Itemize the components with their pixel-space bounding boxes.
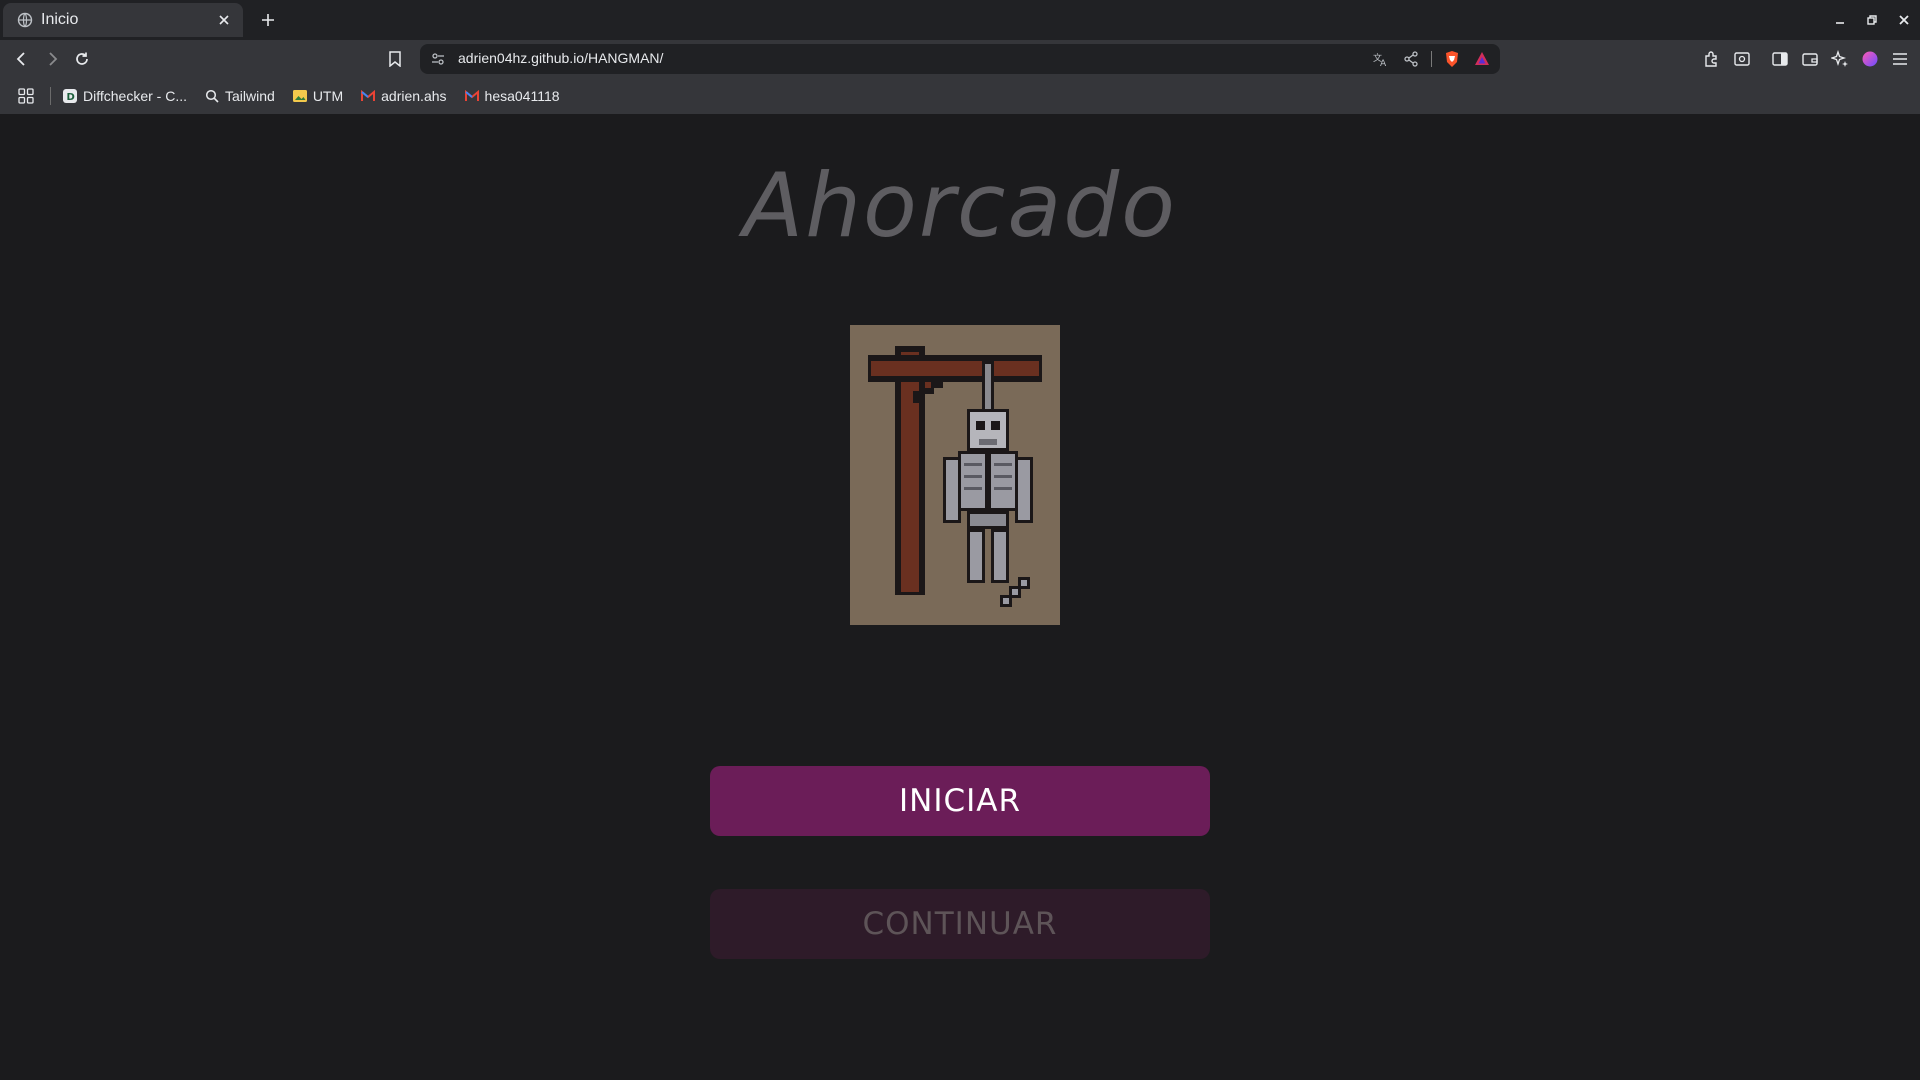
bookmark-tailwind[interactable]: Tailwind — [205, 88, 275, 104]
page-content: Ahorcado INICIAR CONTINUAR — [0, 114, 1920, 1080]
gmail-icon — [464, 89, 479, 103]
site-settings-icon[interactable] — [430, 51, 446, 67]
forward-button[interactable] — [40, 47, 64, 71]
bookmark-label: hesa041118 — [484, 88, 560, 104]
close-tab-icon[interactable] — [215, 11, 233, 29]
brave-rewards-icon[interactable] — [1472, 49, 1492, 69]
start-button[interactable]: INICIAR — [710, 766, 1210, 836]
translate-icon[interactable]: 文A — [1371, 49, 1391, 69]
gmail-icon — [361, 89, 376, 103]
svg-text:D: D — [67, 92, 75, 103]
bookmark-hesa041118[interactable]: hesa041118 — [464, 88, 560, 104]
bookmarks-bar: D Diffchecker - C... Tailwind UTM adrien… — [0, 78, 1920, 114]
bookmark-label: UTM — [312, 88, 344, 104]
apps-grid-icon[interactable] — [16, 86, 36, 106]
bookmark-diffchecker[interactable]: D Diffchecker - C... — [63, 88, 187, 104]
svg-text:A: A — [1380, 59, 1387, 67]
window-controls — [1824, 0, 1920, 40]
minimize-button[interactable] — [1824, 0, 1856, 40]
diffchecker-icon: D — [63, 89, 77, 103]
browser-tab[interactable]: Inicio — [3, 3, 243, 37]
bookmark-adrien-ahs[interactable]: adrien.ahs — [361, 88, 447, 104]
bookmark-label: Diffchecker - C... — [83, 88, 187, 104]
menu-icon[interactable] — [1890, 49, 1910, 69]
divider — [1431, 51, 1432, 67]
browser-toolbar: adrien04hz.github.io/HANGMAN/ 文A — [0, 40, 1920, 78]
bookmark-label: Tailwind — [225, 88, 275, 104]
bookmark-utm[interactable]: UTM — [292, 88, 344, 104]
bookmark-page-icon[interactable] — [385, 49, 405, 69]
sidebar-icon[interactable] — [1770, 49, 1790, 69]
tab-title: Inicio — [41, 11, 79, 28]
bookmarks-divider — [50, 87, 51, 105]
leo-ai-icon[interactable] — [1830, 49, 1850, 69]
continue-button[interactable]: CONTINUAR — [710, 889, 1210, 959]
wallet-icon[interactable] — [1800, 49, 1820, 69]
new-tab-button[interactable] — [256, 8, 280, 32]
share-icon[interactable] — [1401, 49, 1421, 69]
screenshot-search-icon[interactable] — [1732, 49, 1752, 69]
image-icon — [292, 89, 307, 103]
extensions-icon[interactable] — [1702, 49, 1722, 69]
profile-avatar-icon[interactable] — [1860, 49, 1880, 69]
reload-button[interactable] — [70, 47, 94, 71]
globe-icon — [17, 12, 33, 28]
page-title: Ahorcado — [743, 154, 1177, 257]
search-icon — [205, 89, 219, 103]
restore-button[interactable] — [1856, 0, 1888, 40]
close-window-button[interactable] — [1888, 0, 1920, 40]
hangman-illustration — [850, 325, 1060, 625]
brave-shields-icon[interactable] — [1442, 49, 1462, 69]
bookmark-label: adrien.ahs — [381, 88, 447, 104]
back-button[interactable] — [10, 47, 34, 71]
url-text[interactable]: adrien04hz.github.io/HANGMAN/ — [458, 50, 663, 66]
address-bar[interactable]: adrien04hz.github.io/HANGMAN/ 文A — [420, 44, 1500, 74]
tab-strip: Inicio — [0, 0, 1920, 40]
